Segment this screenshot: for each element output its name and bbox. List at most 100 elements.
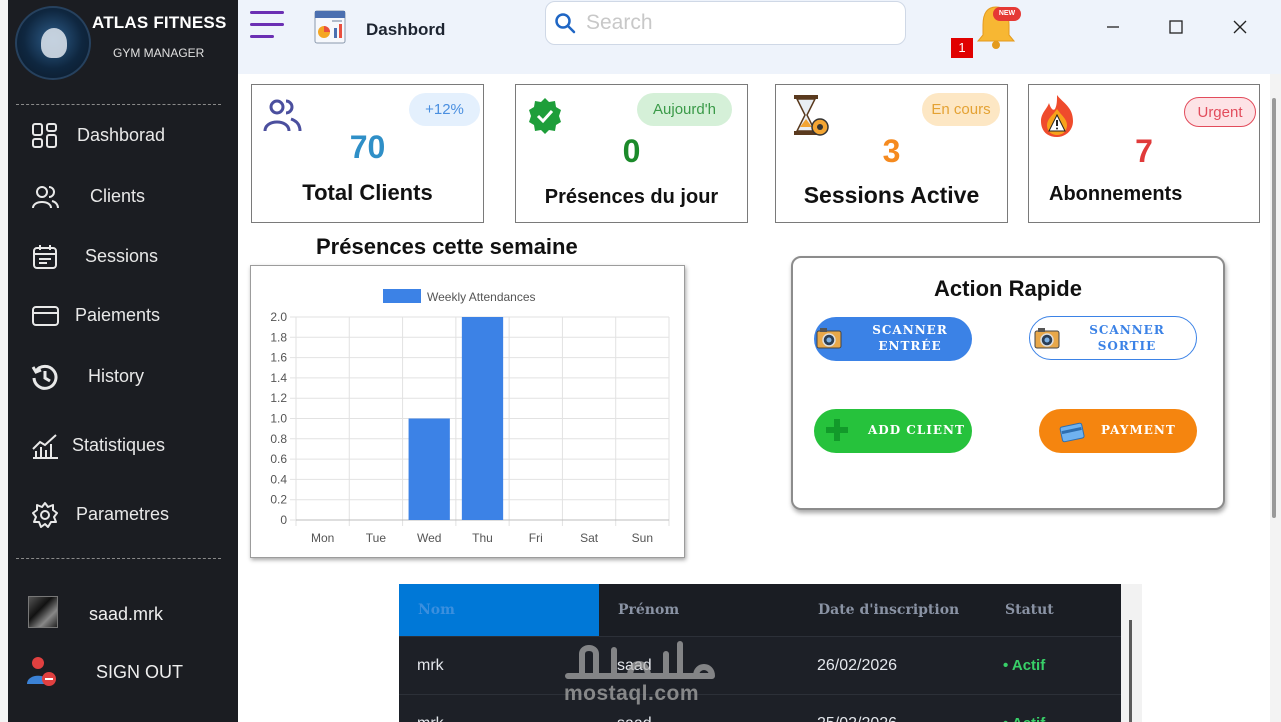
legend-swatch xyxy=(383,289,421,303)
card-badge: Urgent xyxy=(1184,97,1256,127)
brand-logo xyxy=(15,6,91,80)
sidebar-item-paiements[interactable]: Paiements xyxy=(8,293,238,337)
y-tick-label: 0 xyxy=(280,513,287,527)
add-client-button[interactable]: ADD CLIENT xyxy=(814,409,972,453)
card-value: 0 xyxy=(622,133,641,169)
y-tick-label: 0.6 xyxy=(270,452,287,466)
legend-label: Weekly Attendances xyxy=(427,290,536,304)
page-title: Dashbord xyxy=(366,20,446,39)
search-box xyxy=(545,1,906,45)
card-value: 7 xyxy=(1135,133,1153,169)
dashboard-grid-icon xyxy=(32,123,57,148)
table-row[interactable]: mrk saad 25/02/2026 • Actif xyxy=(399,694,1121,722)
column-header-date[interactable]: Date d'inscription xyxy=(818,584,959,636)
x-tick-label: Sun xyxy=(632,531,653,545)
card-badge: En cours xyxy=(922,93,1000,126)
sidebar-item-label: Paiements xyxy=(75,305,161,325)
sign-out-button[interactable]: SIGN OUT xyxy=(8,654,238,694)
camera-icon xyxy=(1034,328,1060,349)
logo-figure-icon xyxy=(41,28,67,58)
card-sessions-active: En cours 3 Sessions Active xyxy=(775,84,1008,223)
clients-table: Nom Prénom Date d'inscription Statut mrk… xyxy=(399,584,1142,722)
card-payment-icon xyxy=(1059,422,1085,443)
sidebar-item-dashboard[interactable]: Dashborad xyxy=(8,113,238,157)
column-header-nom[interactable]: Nom xyxy=(399,584,599,636)
card-abonnements: Urgent 7 Abonnements xyxy=(1028,84,1260,223)
plus-icon xyxy=(826,419,848,441)
avatar xyxy=(28,596,58,628)
cell-statut: • Actif xyxy=(1003,657,1046,674)
sidebar-item-clients[interactable]: Clients xyxy=(8,174,238,218)
calendar-icon xyxy=(33,245,57,269)
y-tick-label: 1.2 xyxy=(270,391,287,405)
table-scrollbar[interactable] xyxy=(1121,584,1142,722)
camera-icon xyxy=(816,328,842,349)
x-tick-label: Thu xyxy=(472,531,493,545)
user-name: saad.mrk xyxy=(89,604,164,624)
cell-nom: mrk xyxy=(417,695,444,722)
top-bar: Dashbord NEW 1 xyxy=(238,0,1281,74)
check-badge-icon xyxy=(529,98,561,134)
cell-prenom: saad xyxy=(617,695,652,722)
menu-toggle-icon[interactable] xyxy=(250,11,284,39)
column-header-statut[interactable]: Statut xyxy=(1005,584,1054,636)
table-header: Nom Prénom Date d'inscription Statut xyxy=(399,584,1121,636)
payment-button[interactable]: PAYMENT xyxy=(1039,409,1197,453)
card-value: 70 xyxy=(349,129,386,165)
table-scrollbar-thumb[interactable] xyxy=(1129,620,1132,722)
sidebar-item-label: Parametres xyxy=(76,504,170,524)
sidebar-item-sessions[interactable]: Sessions xyxy=(8,234,238,278)
chart-icon xyxy=(32,434,58,459)
add-client-label: ADD CLIENT xyxy=(868,423,965,437)
scanner-entree-button[interactable]: SCANNER ENTRÉE xyxy=(814,317,972,361)
weekly-attendance-chart: 2.0 1.8 1.6 1.4 1.2 1.0 0.8 0.6 0.4 0.2 0 Mon Tue Wed… xyxy=(250,265,685,558)
y-tick-label: 0.8 xyxy=(270,432,287,446)
user-profile[interactable]: saad.mrk xyxy=(8,596,238,636)
payment-label: PAYMENT xyxy=(1101,423,1176,437)
page-scrollbar[interactable] xyxy=(1270,74,1281,722)
brand-subtitle: GYM MANAGER xyxy=(113,46,205,60)
chart-heading: Présences cette semaine xyxy=(316,234,578,259)
card-badge: +12% xyxy=(409,93,480,126)
close-icon[interactable] xyxy=(1225,12,1255,42)
scanner-entree-label: SCANNER ENTRÉE xyxy=(872,323,948,353)
cell-date: 26/02/2026 xyxy=(817,657,898,674)
maximize-icon[interactable] xyxy=(1161,12,1191,42)
minimize-icon[interactable] xyxy=(1098,12,1128,42)
x-tick-label: Wed xyxy=(417,531,441,545)
card-label: Sessions Active xyxy=(803,182,980,208)
sidebar-item-statistiques[interactable]: Statistiques xyxy=(8,423,238,467)
card-label: Présences du jour xyxy=(544,186,719,208)
search-input[interactable] xyxy=(586,8,886,38)
search-icon xyxy=(555,13,576,34)
sidebar-item-label: Sessions xyxy=(85,246,159,266)
users-icon xyxy=(32,186,59,209)
scanner-sortie-button[interactable]: SCANNER SORTIE xyxy=(1029,316,1197,360)
history-icon xyxy=(31,364,58,390)
scrollbar-thumb[interactable] xyxy=(1272,98,1276,518)
bar-wed xyxy=(408,418,450,520)
x-tick-label: Sat xyxy=(580,531,599,545)
y-tick-label: 2.0 xyxy=(270,310,287,324)
sidebar-item-label: Dashborad xyxy=(77,125,166,145)
column-header-prenom[interactable]: Prénom xyxy=(618,584,679,636)
cell-date: 25/02/2026 xyxy=(817,695,897,722)
dashboard-report-icon xyxy=(314,10,346,44)
y-tick-label: 1.4 xyxy=(270,371,287,385)
sidebar-divider-bottom xyxy=(16,558,221,559)
x-tick-label: Mon xyxy=(311,531,334,545)
sidebar-item-label: Statistiques xyxy=(72,435,166,455)
y-tick-label: 0.4 xyxy=(270,472,287,486)
table-row[interactable]: mrk saad 26/02/2026 • Actif xyxy=(399,636,1121,694)
app-window: ATLAS FITNESS GYM MANAGER Dashborad Clie… xyxy=(0,0,1281,722)
scanner-sortie-label: SCANNER SORTIE xyxy=(1089,323,1165,353)
gear-icon xyxy=(32,502,58,528)
sidebar: ATLAS FITNESS GYM MANAGER Dashborad Clie… xyxy=(8,0,238,722)
chart-svg: 2.0 1.8 1.6 1.4 1.2 1.0 0.8 0.6 0.4 0.2 0 Mon Tue Wed… xyxy=(270,289,670,545)
brand-title: ATLAS FITNESS xyxy=(92,13,227,32)
sidebar-item-parametres[interactable]: Parametres xyxy=(8,492,238,536)
quick-actions-panel: Action Rapide SCANNER ENTRÉE SCANNER SOR… xyxy=(791,256,1225,510)
bar-thu xyxy=(461,317,504,520)
card-total-clients: +12% 70 Total Clients xyxy=(251,84,484,223)
sidebar-item-history[interactable]: History xyxy=(8,354,238,398)
